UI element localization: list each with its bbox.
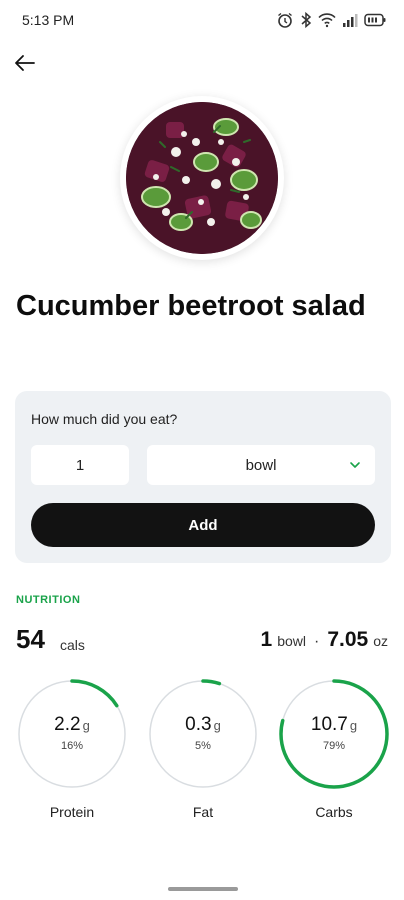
protein-unit: g (82, 718, 90, 733)
status-icons (276, 10, 386, 30)
amount-question: How much did you eat? (31, 411, 178, 427)
unit-select-value: bowl (245, 456, 277, 474)
serving-qty: 1 (260, 628, 273, 651)
macro-carbs: 10.7 g 79% Carbs (278, 678, 390, 820)
serving-weight: 7.05 (327, 628, 369, 651)
unit-select[interactable]: bowl (147, 445, 375, 485)
food-image-frame (120, 96, 284, 260)
fat-label: Fat (192, 804, 214, 820)
home-indicator[interactable] (168, 887, 238, 891)
calories-value: 54 (16, 624, 45, 654)
bluetooth-icon (301, 11, 312, 29)
signal-icon (343, 14, 358, 27)
serving-summary: 1 bowl · 7.05 oz (261, 628, 388, 652)
food-image (126, 102, 278, 254)
macro-protein: 2.2 g 16% Protein (16, 678, 128, 820)
nutrition-section-label: NUTRITION (16, 594, 81, 606)
serving-weight-unit: oz (373, 633, 388, 649)
fat-percent: 5% (195, 740, 211, 752)
add-button[interactable]: Add (31, 503, 375, 547)
quantity-input[interactable]: 1 (31, 445, 129, 485)
back-button[interactable] (10, 48, 40, 78)
serving-unit: bowl (277, 633, 306, 649)
alarm-icon (278, 12, 292, 28)
battery-icon (364, 13, 386, 27)
food-title: Cucumber beetroot salad (16, 290, 366, 322)
arrow-left-icon (15, 55, 35, 71)
carbs-value: 10.7 (310, 714, 348, 735)
carbs-unit: g (349, 718, 358, 733)
protein-percent: 16% (60, 740, 84, 752)
protein-label: Protein (49, 804, 95, 820)
fat-unit: g (213, 718, 221, 733)
calories-unit: cals (60, 637, 85, 653)
carbs-percent: 79% (322, 740, 346, 752)
amount-card: How much did you eat? 1 bowl Add (15, 391, 391, 563)
serving-separator: · (314, 633, 320, 650)
carbs-label: Carbs (315, 804, 353, 820)
status-time: 5:13 PM (22, 12, 75, 28)
wifi-icon (318, 13, 336, 28)
fat-value: 0.3 (185, 714, 212, 735)
macro-fat: 0.3 g 5% Fat (147, 678, 259, 820)
chevron-down-icon (350, 462, 360, 468)
protein-value: 2.2 (54, 714, 81, 735)
